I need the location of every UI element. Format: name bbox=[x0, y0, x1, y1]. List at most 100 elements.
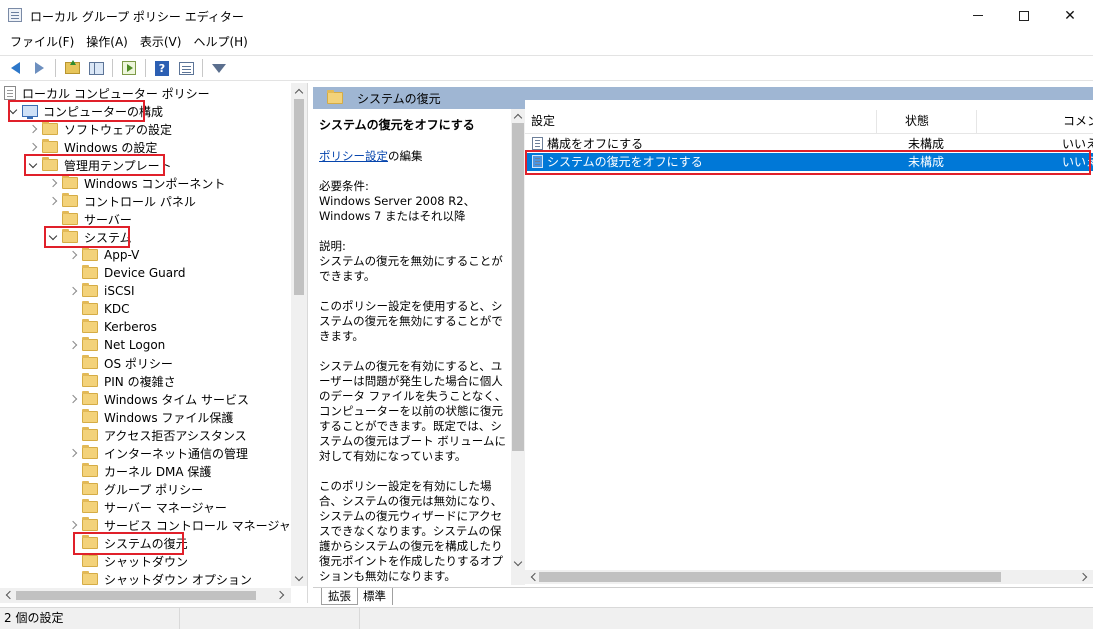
scroll-thumb[interactable] bbox=[539, 572, 1001, 582]
tree-item-selected[interactable]: システムの復元 bbox=[82, 534, 188, 552]
list-row[interactable]: 構成をオフにする 未構成 いいえ bbox=[525, 135, 1093, 153]
list-row-selected[interactable]: システムの復元をオフにする 未構成 いいえ bbox=[525, 153, 1093, 171]
tree-item[interactable]: iSCSI bbox=[68, 282, 135, 300]
scroll-up-icon[interactable] bbox=[511, 109, 525, 123]
scroll-thumb[interactable] bbox=[16, 591, 256, 600]
tree-item-label: Windows コンポーネント bbox=[84, 176, 226, 191]
tree-item-label: アクセス拒否アシスタンス bbox=[104, 428, 247, 443]
tree-item[interactable]: シャットダウン bbox=[82, 552, 188, 570]
tree-horizontal-scrollbar[interactable] bbox=[0, 588, 291, 603]
tree-item-control-panel[interactable]: コントロール パネル bbox=[48, 192, 196, 210]
menu-file[interactable]: ファイル(F) bbox=[4, 31, 80, 53]
folder-icon bbox=[62, 229, 78, 243]
tree-item-system[interactable]: システム bbox=[48, 228, 132, 246]
minimize-button[interactable] bbox=[955, 0, 1001, 31]
expand-chevron-icon[interactable] bbox=[48, 174, 58, 192]
close-button[interactable]: ✕ bbox=[1047, 0, 1093, 31]
tree-item-windows-components[interactable]: Windows コンポーネント bbox=[48, 174, 225, 192]
tree-item-label: Windows ファイル保護 bbox=[104, 410, 234, 425]
folder-icon bbox=[42, 121, 58, 135]
scroll-left-icon[interactable] bbox=[1, 588, 15, 602]
help-button[interactable]: ? bbox=[151, 58, 173, 78]
tree-item[interactable]: OS ポリシー bbox=[82, 354, 173, 372]
forward-button[interactable] bbox=[28, 58, 50, 78]
folder-icon bbox=[42, 157, 58, 171]
details-header-title: システムの復元 bbox=[357, 91, 441, 106]
scroll-left-icon[interactable] bbox=[526, 570, 540, 584]
expand-chevron-icon[interactable] bbox=[48, 228, 58, 246]
tree-item[interactable]: サーバー マネージャー bbox=[82, 498, 227, 516]
scroll-thumb[interactable] bbox=[512, 123, 524, 451]
folder-icon bbox=[82, 535, 98, 549]
back-button[interactable] bbox=[4, 58, 26, 78]
tree-item-software-settings[interactable]: ソフトウェアの設定 bbox=[28, 120, 172, 138]
tree-item[interactable]: Device Guard bbox=[82, 264, 185, 282]
tree-item[interactable]: グループ ポリシー bbox=[82, 480, 203, 498]
tree-item-label: ソフトウェアの設定 bbox=[64, 122, 173, 137]
folder-icon bbox=[82, 265, 98, 279]
tree-item-label: ローカル コンピューター ポリシー bbox=[22, 86, 210, 101]
tree-item-label: サーバー マネージャー bbox=[104, 500, 227, 515]
expand-chevron-icon[interactable] bbox=[48, 192, 58, 210]
expand-chevron-icon[interactable] bbox=[68, 390, 78, 408]
expand-chevron-icon[interactable] bbox=[68, 336, 78, 354]
tree-item[interactable]: App-V bbox=[68, 246, 139, 264]
scroll-down-icon[interactable] bbox=[511, 556, 525, 570]
filter-button[interactable] bbox=[208, 58, 230, 78]
expand-chevron-icon[interactable] bbox=[28, 138, 38, 156]
tree-item-windows-settings[interactable]: Windows の設定 bbox=[28, 138, 157, 156]
tree-item[interactable]: Kerberos bbox=[82, 318, 157, 336]
tree-item-server[interactable]: サーバー bbox=[62, 210, 132, 228]
toolbar-separator bbox=[55, 59, 56, 77]
scroll-thumb[interactable] bbox=[294, 99, 304, 295]
menu-help[interactable]: ヘルプ(H) bbox=[187, 31, 253, 53]
expand-chevron-icon[interactable] bbox=[68, 282, 78, 300]
scroll-right-icon[interactable] bbox=[274, 588, 288, 602]
tree-item[interactable]: サービス コントロール マネージャーの設定 bbox=[68, 516, 307, 534]
column-header-state[interactable]: 状態 bbox=[877, 110, 977, 134]
console-tree-icon bbox=[88, 61, 104, 75]
list-horizontal-scrollbar[interactable] bbox=[525, 570, 1093, 584]
list-header: 設定 状態 コメント bbox=[525, 110, 1093, 134]
expand-chevron-icon[interactable] bbox=[68, 444, 78, 462]
tree-item[interactable]: PIN の複雑さ bbox=[82, 372, 176, 390]
toolbar-separator bbox=[202, 59, 203, 77]
scroll-right-icon[interactable] bbox=[1077, 570, 1091, 584]
tree-item-label: Device Guard bbox=[104, 266, 186, 280]
tree-item-label: インターネット通信の管理 bbox=[104, 446, 249, 461]
tree-item-label: Kerberos bbox=[104, 320, 157, 334]
tree-item[interactable]: アクセス拒否アシスタンス bbox=[82, 426, 247, 444]
tree-item[interactable]: Windows タイム サービス bbox=[68, 390, 249, 408]
tree-item-computer-config[interactable]: コンピューターの構成 bbox=[8, 102, 163, 120]
expand-chevron-icon[interactable] bbox=[28, 156, 38, 174]
tree-item[interactable]: インターネット通信の管理 bbox=[68, 444, 248, 462]
tab-standard[interactable]: 標準 bbox=[357, 588, 393, 605]
description-scrollbar[interactable] bbox=[511, 109, 525, 585]
properties-button[interactable] bbox=[175, 58, 197, 78]
expand-chevron-icon[interactable] bbox=[68, 516, 78, 534]
menu-action[interactable]: 操作(A) bbox=[80, 31, 134, 53]
tree-item[interactable]: シャットダウン オプション bbox=[82, 570, 252, 588]
filter-icon bbox=[212, 63, 226, 73]
tree-vertical-scrollbar[interactable] bbox=[291, 83, 307, 586]
expand-chevron-icon[interactable] bbox=[68, 246, 78, 264]
edit-policy-link[interactable]: ポリシー設定 bbox=[319, 149, 388, 163]
tree-item-root[interactable]: ローカル コンピューター ポリシー bbox=[4, 84, 210, 102]
scroll-down-icon[interactable] bbox=[292, 571, 306, 585]
tree-item[interactable]: KDC bbox=[82, 300, 130, 318]
tree-item[interactable]: カーネル DMA 保護 bbox=[82, 462, 211, 480]
show-hide-tree-button[interactable] bbox=[85, 58, 107, 78]
expand-chevron-icon[interactable] bbox=[28, 120, 38, 138]
column-header-setting[interactable]: 設定 bbox=[525, 110, 877, 134]
scroll-up-icon[interactable] bbox=[292, 84, 306, 98]
column-header-comment[interactable]: コメント bbox=[1057, 110, 1093, 134]
expand-chevron-icon[interactable] bbox=[8, 102, 18, 120]
menu-view[interactable]: 表示(V) bbox=[134, 31, 188, 53]
tree-item[interactable]: Net Logon bbox=[68, 336, 165, 354]
maximize-button[interactable] bbox=[1001, 0, 1047, 31]
tree-item[interactable]: Windows ファイル保護 bbox=[82, 408, 233, 426]
tab-extended[interactable]: 拡張 bbox=[321, 588, 358, 605]
up-one-level-button[interactable] bbox=[61, 58, 83, 78]
export-list-button[interactable] bbox=[118, 58, 140, 78]
tree-item-admin-templates[interactable]: 管理用テンプレート bbox=[28, 156, 172, 174]
